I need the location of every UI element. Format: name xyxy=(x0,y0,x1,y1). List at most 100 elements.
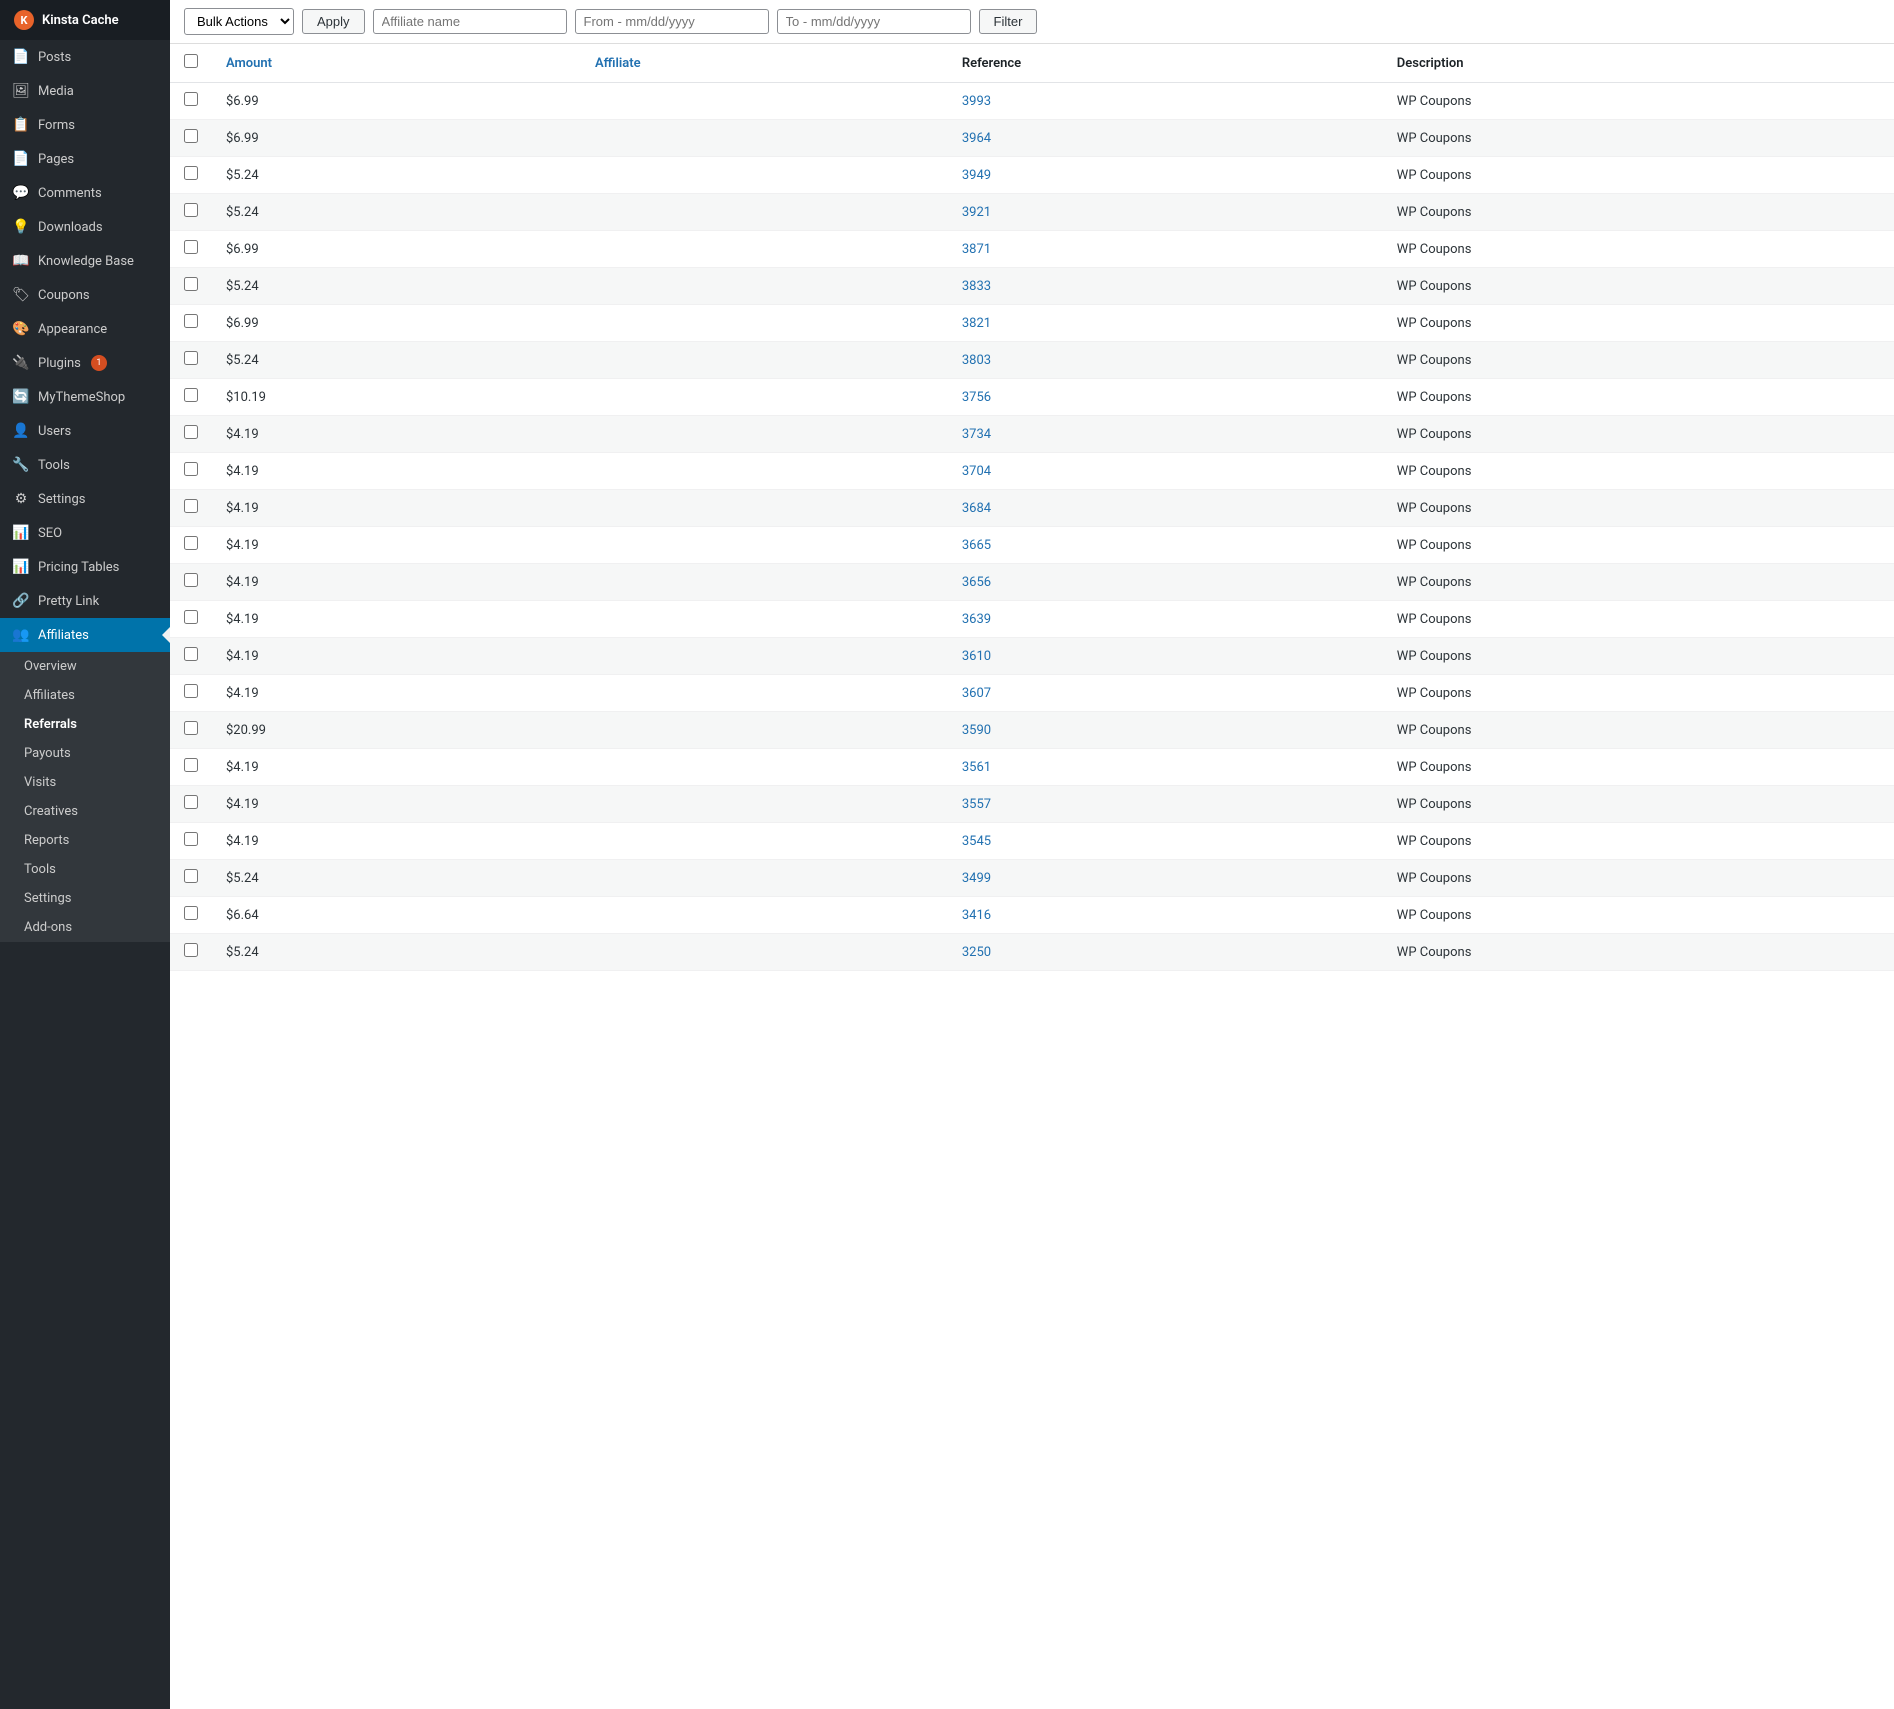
reference-cell-1[interactable]: 3964 xyxy=(948,120,1383,157)
reference-cell-3[interactable]: 3921 xyxy=(948,194,1383,231)
row-checkbox-16[interactable] xyxy=(170,675,212,712)
row-checkbox-18[interactable] xyxy=(170,749,212,786)
row-checkbox-13[interactable] xyxy=(170,564,212,601)
reference-link-23[interactable]: 3250 xyxy=(962,945,991,960)
sidebar-item-tools[interactable]: 🔧Tools xyxy=(0,448,170,482)
sidebar-item-seo[interactable]: 📊SEO xyxy=(0,516,170,550)
reference-link-17[interactable]: 3590 xyxy=(962,723,991,738)
row-checkbox-17[interactable] xyxy=(170,712,212,749)
reference-cell-18[interactable]: 3561 xyxy=(948,749,1383,786)
row-checkbox-12[interactable] xyxy=(170,527,212,564)
reference-link-9[interactable]: 3734 xyxy=(962,427,991,442)
reference-cell-9[interactable]: 3734 xyxy=(948,416,1383,453)
sub-item-settings-sub[interactable]: Settings xyxy=(0,884,170,913)
sub-item-visits[interactable]: Visits xyxy=(0,768,170,797)
checkbox-13[interactable] xyxy=(184,573,198,587)
checkbox-22[interactable] xyxy=(184,906,198,920)
sub-item-add-ons[interactable]: Add-ons xyxy=(0,913,170,942)
reference-link-14[interactable]: 3639 xyxy=(962,612,991,627)
sidebar-item-media[interactable]: 🖼Media xyxy=(0,74,170,108)
row-checkbox-3[interactable] xyxy=(170,194,212,231)
reference-link-0[interactable]: 3993 xyxy=(962,94,991,109)
reference-cell-11[interactable]: 3684 xyxy=(948,490,1383,527)
reference-cell-21[interactable]: 3499 xyxy=(948,860,1383,897)
reference-link-5[interactable]: 3833 xyxy=(962,279,991,294)
checkbox-0[interactable] xyxy=(184,92,198,106)
row-checkbox-10[interactable] xyxy=(170,453,212,490)
row-checkbox-8[interactable] xyxy=(170,379,212,416)
sidebar-item-plugins[interactable]: 🔌Plugins1 xyxy=(0,346,170,380)
reference-link-19[interactable]: 3557 xyxy=(962,797,991,812)
checkbox-19[interactable] xyxy=(184,795,198,809)
reference-cell-12[interactable]: 3665 xyxy=(948,527,1383,564)
row-checkbox-5[interactable] xyxy=(170,268,212,305)
reference-cell-19[interactable]: 3557 xyxy=(948,786,1383,823)
reference-cell-10[interactable]: 3704 xyxy=(948,453,1383,490)
sidebar-item-posts[interactable]: 📄Posts xyxy=(0,40,170,74)
sub-item-reports[interactable]: Reports xyxy=(0,826,170,855)
row-checkbox-9[interactable] xyxy=(170,416,212,453)
sidebar-item-forms[interactable]: 📋Forms xyxy=(0,108,170,142)
reference-cell-17[interactable]: 3590 xyxy=(948,712,1383,749)
reference-cell-0[interactable]: 3993 xyxy=(948,83,1383,120)
bulk-actions-select[interactable]: Bulk Actions xyxy=(184,8,294,35)
checkbox-15[interactable] xyxy=(184,647,198,661)
sidebar-item-pricing-tables[interactable]: 📊Pricing Tables xyxy=(0,550,170,584)
sidebar-item-coupons[interactable]: 🏷Coupons xyxy=(0,278,170,312)
reference-link-20[interactable]: 3545 xyxy=(962,834,991,849)
checkbox-14[interactable] xyxy=(184,610,198,624)
checkbox-16[interactable] xyxy=(184,684,198,698)
row-checkbox-15[interactable] xyxy=(170,638,212,675)
row-checkbox-11[interactable] xyxy=(170,490,212,527)
sub-item-overview[interactable]: Overview xyxy=(0,652,170,681)
reference-link-18[interactable]: 3561 xyxy=(962,760,991,775)
sidebar-item-downloads[interactable]: 💡Downloads xyxy=(0,210,170,244)
sub-item-tools-sub[interactable]: Tools xyxy=(0,855,170,884)
row-checkbox-19[interactable] xyxy=(170,786,212,823)
reference-cell-4[interactable]: 3871 xyxy=(948,231,1383,268)
reference-cell-14[interactable]: 3639 xyxy=(948,601,1383,638)
sidebar-item-appearance[interactable]: 🎨Appearance xyxy=(0,312,170,346)
sidebar-item-pretty-link[interactable]: 🔗Pretty Link xyxy=(0,584,170,618)
checkbox-12[interactable] xyxy=(184,536,198,550)
reference-cell-7[interactable]: 3803 xyxy=(948,342,1383,379)
reference-link-10[interactable]: 3704 xyxy=(962,464,991,479)
checkbox-5[interactable] xyxy=(184,277,198,291)
affiliate-header[interactable]: Affiliate xyxy=(581,44,948,83)
sub-item-creatives[interactable]: Creatives xyxy=(0,797,170,826)
sidebar-item-settings[interactable]: ⚙Settings xyxy=(0,482,170,516)
sub-item-referrals[interactable]: Referrals xyxy=(0,710,170,739)
checkbox-18[interactable] xyxy=(184,758,198,772)
checkbox-7[interactable] xyxy=(184,351,198,365)
sidebar-item-comments[interactable]: 💬Comments xyxy=(0,176,170,210)
reference-link-6[interactable]: 3821 xyxy=(962,316,991,331)
reference-link-16[interactable]: 3607 xyxy=(962,686,991,701)
amount-header[interactable]: Amount xyxy=(212,44,581,83)
reference-link-8[interactable]: 3756 xyxy=(962,390,991,405)
row-checkbox-4[interactable] xyxy=(170,231,212,268)
reference-cell-23[interactable]: 3250 xyxy=(948,934,1383,971)
reference-link-4[interactable]: 3871 xyxy=(962,242,991,257)
apply-button[interactable]: Apply xyxy=(302,9,365,34)
row-checkbox-7[interactable] xyxy=(170,342,212,379)
select-all-checkbox[interactable] xyxy=(184,54,198,68)
checkbox-11[interactable] xyxy=(184,499,198,513)
select-all-header[interactable] xyxy=(170,44,212,83)
checkbox-9[interactable] xyxy=(184,425,198,439)
reference-cell-2[interactable]: 3949 xyxy=(948,157,1383,194)
row-checkbox-2[interactable] xyxy=(170,157,212,194)
checkbox-8[interactable] xyxy=(184,388,198,402)
reference-cell-5[interactable]: 3833 xyxy=(948,268,1383,305)
row-checkbox-23[interactable] xyxy=(170,934,212,971)
checkbox-20[interactable] xyxy=(184,832,198,846)
site-header[interactable]: K Kinsta Cache xyxy=(0,0,170,40)
reference-cell-13[interactable]: 3656 xyxy=(948,564,1383,601)
reference-link-21[interactable]: 3499 xyxy=(962,871,991,886)
checkbox-4[interactable] xyxy=(184,240,198,254)
row-checkbox-0[interactable] xyxy=(170,83,212,120)
reference-cell-22[interactable]: 3416 xyxy=(948,897,1383,934)
filter-button[interactable]: Filter xyxy=(979,9,1038,34)
affiliate-name-input[interactable] xyxy=(373,9,567,34)
reference-cell-6[interactable]: 3821 xyxy=(948,305,1383,342)
reference-link-2[interactable]: 3949 xyxy=(962,168,991,183)
